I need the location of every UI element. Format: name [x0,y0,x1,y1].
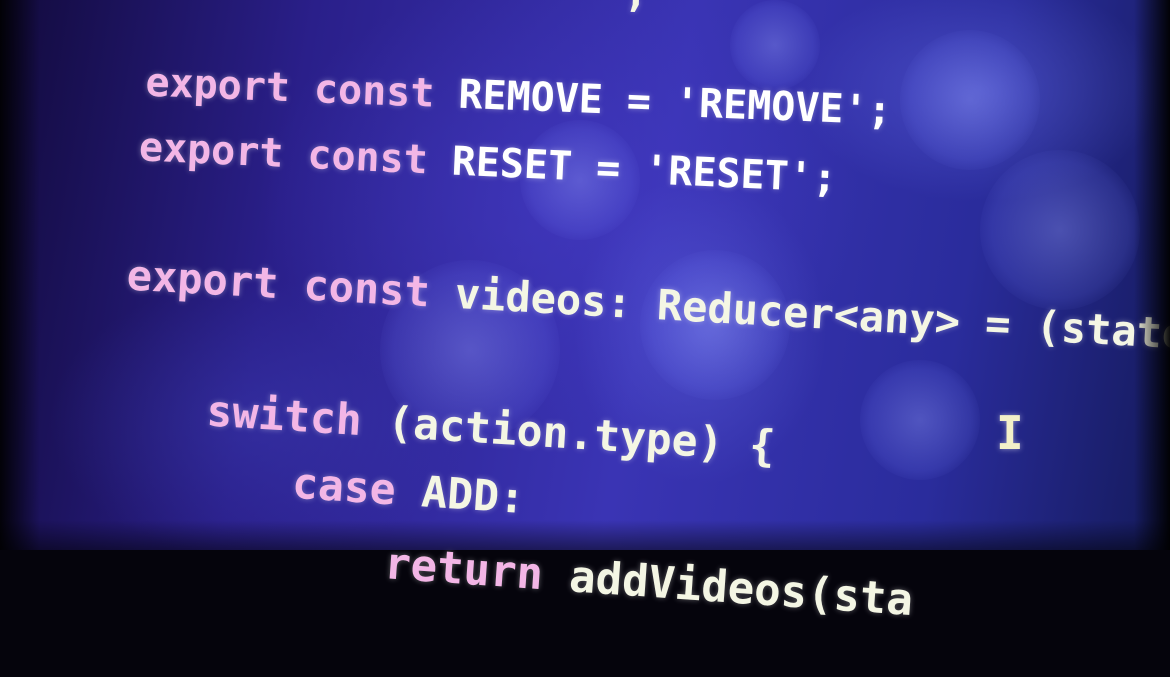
code-line-partial: ', [599,0,649,17]
text-cursor-icon: I [996,406,1024,460]
code-keyword: export const [125,250,432,317]
code-editor: ', export const REMOVE = 'REMOVE'; expor… [0,0,1170,626]
code-keyword: export const [138,124,429,184]
code-text: addVideos(sta [541,549,915,627]
code-text: videos: Reducer<any> = (state [428,267,1170,359]
code-keyword: return [382,538,545,601]
code-text: RESET = 'RESET'; [426,137,838,202]
code-line: return addVideos(sta [273,480,918,677]
